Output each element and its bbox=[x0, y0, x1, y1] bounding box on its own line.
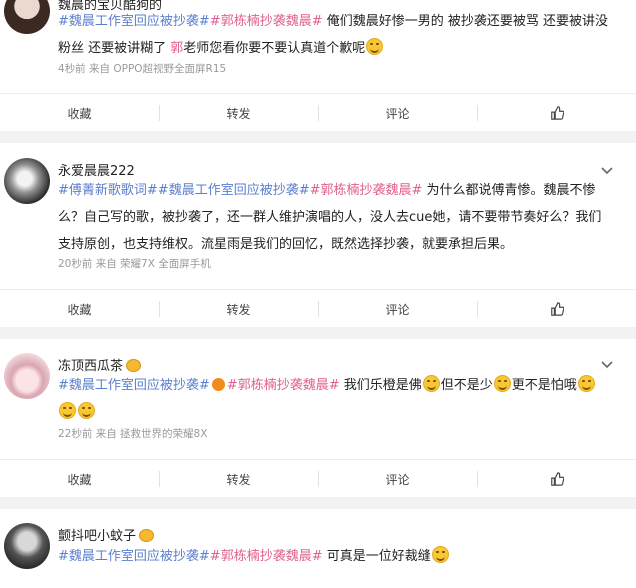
emoji-icon bbox=[493, 375, 511, 392]
chevron-down-icon[interactable] bbox=[600, 164, 614, 178]
hashtag-link[interactable]: #魏晨工作室回应被抄袭# bbox=[58, 14, 210, 29]
hashtag-link[interactable]: #魏晨工作室回应被抄袭# bbox=[58, 549, 210, 564]
post-3: 冻顶西瓜茶 #魏晨工作室回应被抄袭# #郭栋楠抄袭魏晨# 我们乐橙是佛 但不是少 更不… bbox=[0, 339, 636, 459]
repost-button[interactable]: 转发 bbox=[159, 460, 318, 498]
avatar[interactable] bbox=[4, 0, 50, 34]
thumbs-up-icon bbox=[550, 106, 564, 120]
hashtag-link[interactable]: #魏晨工作室回应被抄袭# bbox=[158, 183, 310, 198]
action-bar: 收藏 转发 评论 bbox=[0, 459, 636, 497]
emoji-icon bbox=[59, 402, 76, 419]
emoji-icon bbox=[78, 402, 95, 419]
post-meta: 20秒前 来自 荣耀7X 全面屏手机 bbox=[58, 258, 211, 270]
avatar[interactable] bbox=[4, 523, 50, 569]
comment-button[interactable]: 评论 bbox=[318, 94, 477, 132]
emoji-icon bbox=[366, 38, 384, 55]
post-divider bbox=[0, 131, 636, 143]
hashtag-link[interactable]: #郭栋楠抄袭魏晨# bbox=[210, 14, 323, 29]
like-button[interactable] bbox=[477, 460, 636, 498]
favorite-button[interactable]: 收藏 bbox=[0, 290, 159, 328]
vip-badge-icon bbox=[139, 529, 155, 542]
emoji-icon bbox=[577, 375, 595, 392]
hashtag-link[interactable]: #郭栋楠抄袭魏晨# bbox=[310, 183, 423, 198]
mention-link[interactable]: 郭 bbox=[170, 41, 183, 56]
action-bar: 收藏 转发 评论 bbox=[0, 289, 636, 327]
hashtag-link[interactable]: #傅菁新歌歌词# bbox=[58, 183, 158, 198]
post-meta: 4秒前 来自 OPPO超视野全面屏R15 bbox=[58, 63, 227, 75]
like-button[interactable] bbox=[477, 290, 636, 328]
thumbs-up-icon bbox=[550, 302, 564, 316]
post-meta: 22秒前 来自 拯救世界的荣耀8X bbox=[58, 428, 208, 440]
post-text: #魏晨工作室回应被抄袭##郭栋楠抄袭魏晨# 俺们魏晨好惨一男的 被抄袭还要被骂 … bbox=[58, 14, 608, 56]
thumbs-up-icon bbox=[550, 472, 564, 486]
comment-button[interactable]: 评论 bbox=[318, 460, 477, 498]
post-text: #魏晨工作室回应被抄袭# #郭栋楠抄袭魏晨# 我们乐橙是佛 但不是少 更不是怕哦 bbox=[58, 372, 613, 426]
post-divider bbox=[0, 497, 636, 509]
post-2: 永爱晨晨222 #傅菁新歌歌词##魏晨工作室回应被抄袭##郭栋楠抄袭魏晨# 为什… bbox=[0, 143, 636, 289]
post-text: #傅菁新歌歌词##魏晨工作室回应被抄袭##郭栋楠抄袭魏晨# 为什么都说傅青惨。魏… bbox=[58, 183, 602, 252]
chevron-down-icon[interactable] bbox=[600, 358, 614, 372]
avatar[interactable] bbox=[4, 353, 50, 399]
post-divider bbox=[0, 327, 636, 339]
post-1: 魏晨的宝贝酷狗的 #魏晨工作室回应被抄袭##郭栋楠抄袭魏晨# 俺们魏晨好惨一男的… bbox=[0, 0, 636, 93]
hashtag-link[interactable]: #郭栋楠抄袭魏晨# bbox=[210, 549, 323, 564]
username[interactable]: 颤抖吧小蚊子 bbox=[58, 525, 155, 544]
vip-badge-icon bbox=[126, 359, 142, 372]
repost-button[interactable]: 转发 bbox=[159, 290, 318, 328]
hashtag-link[interactable]: #魏晨工作室回应被抄袭# bbox=[58, 378, 210, 393]
tangerine-emoji-icon bbox=[211, 378, 225, 391]
post-4: 颤抖吧小蚊子 #魏晨工作室回应被抄袭##郭栋楠抄袭魏晨# 可真是一位好裁缝 bbox=[0, 509, 636, 588]
emoji-icon bbox=[431, 546, 449, 563]
action-bar: 收藏 转发 评论 bbox=[0, 93, 636, 131]
emoji-icon bbox=[422, 375, 440, 392]
favorite-button[interactable]: 收藏 bbox=[0, 94, 159, 132]
hashtag-link[interactable]: #郭栋楠抄袭魏晨# bbox=[227, 378, 340, 393]
post-text: #魏晨工作室回应被抄袭##郭栋楠抄袭魏晨# 可真是一位好裁缝 bbox=[58, 543, 613, 570]
comment-button[interactable]: 评论 bbox=[318, 290, 477, 328]
favorite-button[interactable]: 收藏 bbox=[0, 460, 159, 498]
avatar[interactable] bbox=[4, 158, 50, 204]
repost-button[interactable]: 转发 bbox=[159, 94, 318, 132]
like-button[interactable] bbox=[477, 94, 636, 132]
